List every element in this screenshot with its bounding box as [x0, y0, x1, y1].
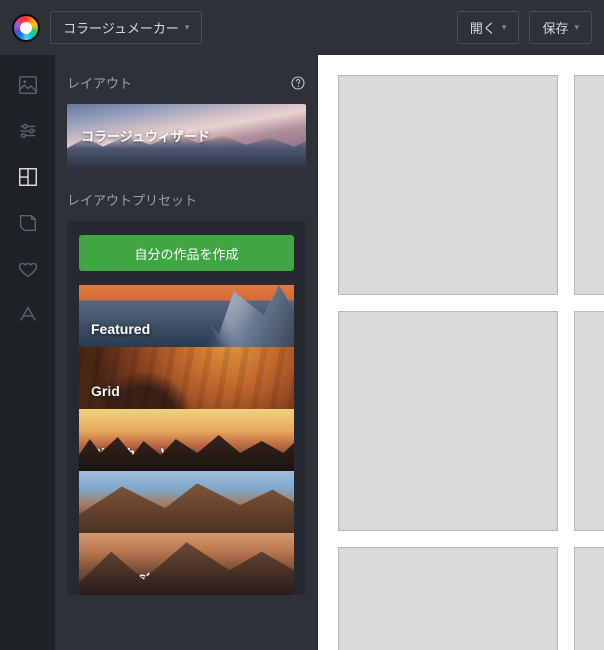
collage-wizard-card[interactable]: コラージュウィザード	[67, 104, 306, 170]
preset-big[interactable]: Big Photo Wrap	[79, 409, 294, 471]
chevron-down-icon: ▾	[185, 22, 190, 33]
chevron-down-icon: ▾	[574, 22, 579, 33]
image-icon[interactable]	[16, 73, 40, 97]
preset-label: Featured	[91, 321, 150, 337]
preset-label: Pinterest	[91, 569, 151, 585]
preset-label: Grid	[91, 383, 120, 399]
save-button[interactable]: 保存 ▾	[529, 11, 592, 44]
preset-label: Big Photo Wrap	[91, 445, 196, 461]
layers-icon[interactable]	[16, 211, 40, 235]
sliders-icon[interactable]	[16, 119, 40, 143]
layout-heading: レイアウト	[67, 73, 132, 92]
layout-panel: レイアウト コラージュウィザード レイアウトプリセット 自分の作品を作成 Fea…	[55, 55, 318, 650]
preset-list: Featured Grid Big Photo Wrap Facebook Cover…	[79, 285, 294, 595]
canvas-cell[interactable]	[338, 311, 558, 531]
canvas-cell[interactable]	[574, 311, 604, 531]
canvas-cell[interactable]	[338, 75, 558, 295]
mode-label: コラージュメーカー	[63, 18, 179, 37]
wizard-label: コラージュウィザード	[81, 126, 210, 145]
canvas-area	[318, 55, 604, 650]
heart-icon[interactable]	[16, 257, 40, 281]
preset-pin[interactable]: Pinterest	[79, 533, 294, 595]
save-label: 保存	[542, 18, 568, 37]
layout-icon[interactable]	[16, 165, 40, 189]
preset-fb[interactable]: Facebook Cover	[79, 471, 294, 533]
tool-rail	[0, 55, 55, 650]
open-button[interactable]: 開く ▾	[457, 11, 520, 44]
app-header: コラージュメーカー ▾ 開く ▾ 保存 ▾	[0, 0, 604, 55]
create-label: 自分の作品を作成	[134, 247, 238, 262]
open-label: 開く	[470, 18, 496, 37]
canvas-cell[interactable]	[338, 547, 558, 650]
create-own-button[interactable]: 自分の作品を作成	[79, 235, 294, 271]
chevron-down-icon: ▾	[502, 22, 507, 33]
preset-grid[interactable]: Grid	[79, 347, 294, 409]
app-logo[interactable]	[12, 14, 40, 42]
presets-heading: レイアウトプリセット	[67, 190, 197, 209]
preset-label: Facebook Cover	[91, 507, 200, 523]
canvas-cell[interactable]	[574, 547, 604, 650]
preset-featured[interactable]: Featured	[79, 285, 294, 347]
canvas-grid	[338, 75, 604, 650]
canvas-cell[interactable]	[574, 75, 604, 295]
text-icon[interactable]	[16, 303, 40, 327]
help-icon[interactable]	[290, 75, 306, 91]
mode-dropdown[interactable]: コラージュメーカー ▾	[50, 11, 202, 44]
